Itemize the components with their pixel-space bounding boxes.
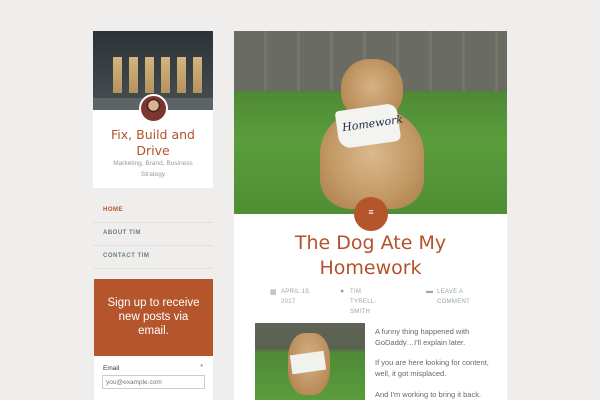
speech-bubble-icon: ▬ (426, 288, 433, 295)
person-icon: ● (340, 288, 345, 295)
site-title[interactable]: Fix, Build and Drive (93, 127, 213, 159)
leave-comment-link[interactable]: LEAVE A COMMENT (437, 287, 481, 307)
nav-item-contact-tim[interactable]: CONTACT TIM (93, 246, 213, 269)
avatar[interactable] (139, 94, 168, 123)
main-nav: HOME ABOUT TIM CONTACT TIM (93, 200, 213, 269)
excerpt-paragraph: And I'm working to bring it back. (375, 390, 482, 399)
post-thumbnail[interactable] (255, 323, 365, 400)
post-title[interactable]: The Dog Ate My Homework (234, 231, 507, 281)
nav-item-home[interactable]: HOME (93, 200, 213, 223)
sidebar: Fix, Build and Drive Marketing, Brand, B… (93, 31, 213, 188)
email-field[interactable] (102, 375, 205, 389)
calendar-icon: ▦ (270, 289, 277, 296)
post-date[interactable]: APRIL 19, 2017 (281, 287, 319, 307)
profile-card: Fix, Build and Drive Marketing, Brand, B… (93, 31, 213, 188)
excerpt-paragraph: If you are here looking for content, wel… (375, 358, 489, 378)
site-tagline: Marketing, Brand, Business Strategy (113, 160, 193, 178)
nav-item-about-tim[interactable]: ABOUT TIM (93, 223, 213, 246)
signup-heading-box: Sign up to receive new posts via email. (94, 279, 213, 356)
excerpt-paragraph: A funny thing happened with GoDaddy…I'll… (375, 327, 470, 347)
email-label: Email (103, 365, 120, 372)
signup-form: Email * (94, 356, 213, 400)
signup-heading: Sign up to receive new posts via email. (107, 297, 200, 337)
post-card: ≡ The Dog Ate My Homework ▦ APRIL 19, 20… (234, 197, 507, 400)
document-icon[interactable]: ≡ (354, 197, 388, 231)
required-marker: * (200, 364, 203, 371)
post-author[interactable]: TIM TYRELL-SMITH (350, 287, 388, 317)
main-content: Homework ≡ The Dog Ate My Homework ▦ APR… (234, 31, 507, 400)
featured-image[interactable]: Homework (234, 31, 507, 214)
